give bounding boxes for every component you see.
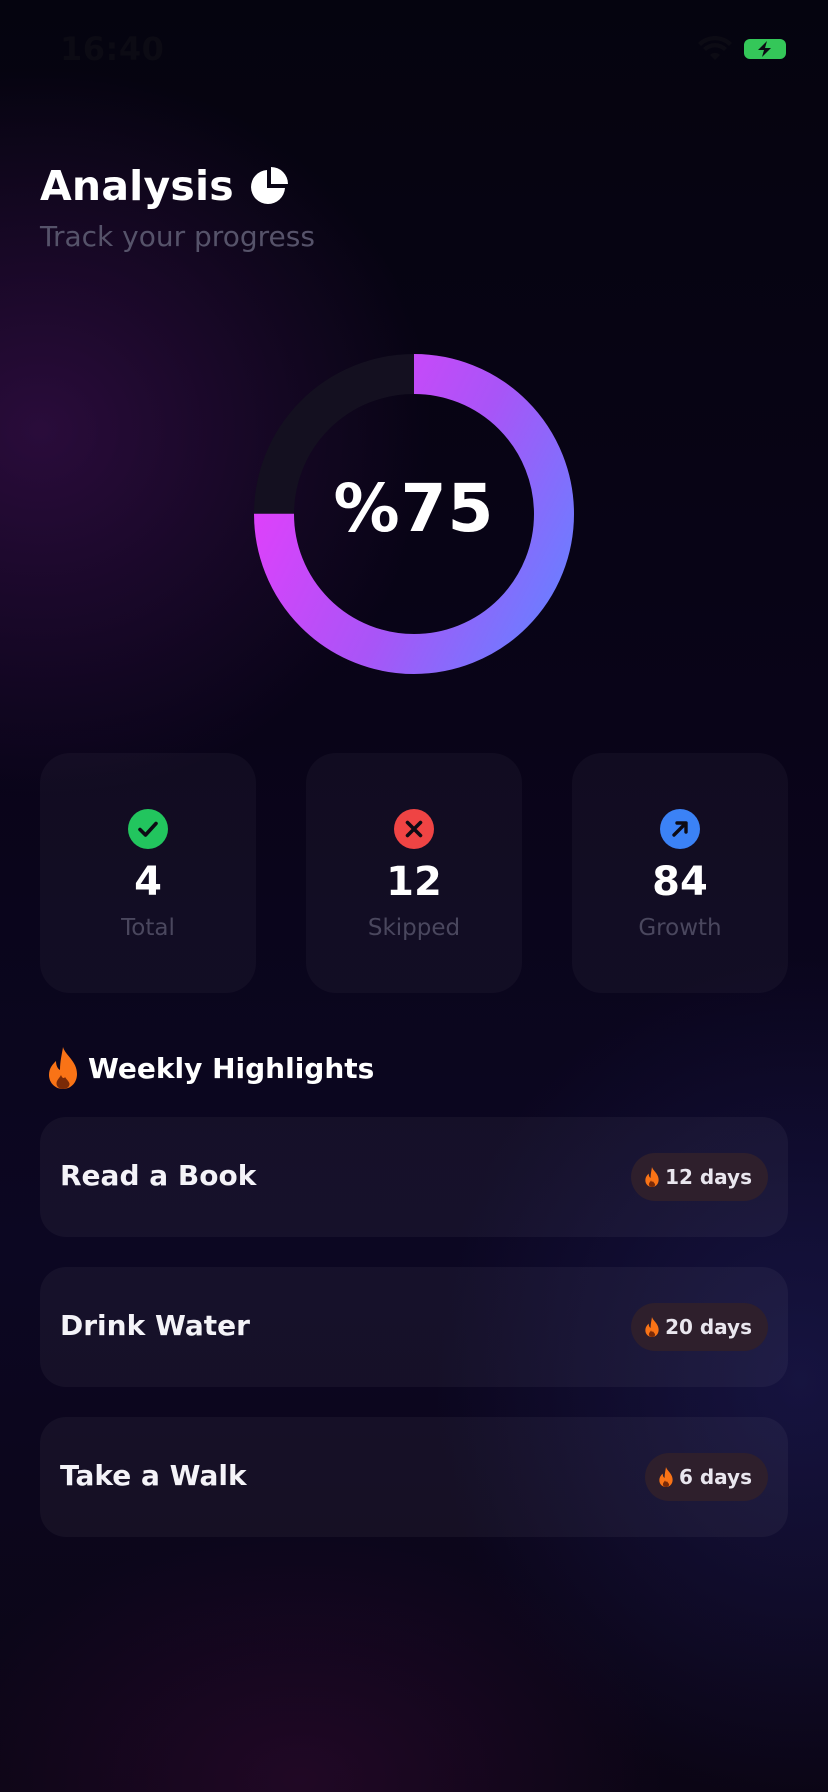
flame-icon [49,1047,77,1089]
stat-card-total: 4 Total [40,753,256,993]
streak-badge: 6 days [644,1453,768,1501]
status-time: 16:40 [60,30,165,68]
check-icon [128,809,168,849]
stat-label: Growth [638,915,722,941]
stat-value: 12 [386,859,442,905]
stat-label: Skipped [367,915,461,941]
pie-chart-icon [250,167,288,204]
flame-icon [645,1167,659,1187]
stat-card-skipped: 12 Skipped [306,753,522,993]
highlight-name: Take a Walk [60,1459,247,1492]
flame-icon [659,1467,673,1487]
stat-card-growth: 84 Growth [572,753,788,993]
streak-text: 20 days [665,1315,752,1339]
streak-text: 6 days [678,1465,752,1489]
highlight-name: Read a Book [60,1159,257,1192]
header: Analysis Track your progress [40,158,740,253]
streak-badge: 20 days [631,1303,768,1351]
highlight-card-drink-water[interactable]: Drink Water 20 days [40,1267,788,1387]
battery-charging-icon [744,39,786,59]
highlight-card-read-a-book[interactable]: Read a Book 12 days [40,1117,788,1237]
highlight-name: Drink Water [60,1309,250,1342]
status-bar: 16:40 [0,0,828,100]
stat-label: Total [121,915,175,941]
page-subtitle: Track your progress [40,220,315,253]
highlight-card-take-a-walk[interactable]: Take a Walk 6 days [40,1417,788,1537]
highlights-title: Weekly Highlights [88,1051,375,1085]
highlights-heading: Weekly Highlights [44,1046,374,1090]
wifi-icon [698,36,732,60]
flame-icon [645,1317,659,1337]
stat-value: 4 [134,859,162,905]
arrow-up-right-icon [660,809,700,849]
progress-value: %75 [333,470,495,547]
streak-text: 12 days [665,1165,752,1189]
streak-badge: 12 days [631,1153,768,1201]
x-icon [394,809,434,849]
page-title: Analysis [40,162,234,210]
stat-value: 84 [652,859,708,905]
